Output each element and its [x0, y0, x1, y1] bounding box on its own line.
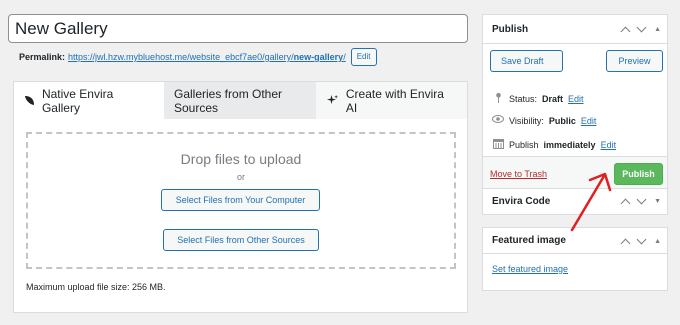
pin-icon: [492, 92, 504, 106]
max-upload-size-text: Maximum upload file size: 256 MB.: [26, 282, 166, 292]
permalink-edit-button[interactable]: Edit: [350, 48, 377, 66]
collapse-toggle-icon[interactable]: ▲: [654, 26, 661, 33]
status-row: Status: Draft Edit: [492, 92, 584, 106]
select-files-other-sources-button[interactable]: Select Files from Other Sources: [163, 229, 319, 251]
publish-box: Publish ▲ Save Draft Preview Status: Dra…: [482, 14, 668, 190]
publish-date-edit-link[interactable]: Edit: [601, 140, 617, 150]
eye-icon: [492, 115, 504, 126]
move-up-icon[interactable]: [620, 26, 631, 37]
move-down-icon[interactable]: [636, 22, 647, 33]
gallery-title-input[interactable]: New Gallery: [8, 14, 468, 43]
permalink-row: Permalink: https://jwl.hzw.mybluehost.me…: [19, 48, 377, 66]
set-featured-image-link[interactable]: Set featured image: [492, 264, 568, 274]
publish-box-header[interactable]: Publish ▲: [483, 15, 667, 44]
select-files-computer-button[interactable]: Select Files from Your Computer: [161, 189, 320, 211]
preview-button[interactable]: Preview: [606, 50, 663, 72]
source-tabs: Native Envira Gallery Galleries from Oth…: [14, 82, 467, 119]
move-down-icon[interactable]: [636, 234, 647, 244]
tab-galleries-other-sources[interactable]: Galleries from Other Sources: [164, 82, 316, 119]
envira-code-box-title: Envira Code: [492, 196, 551, 207]
drop-files-text: Drop files to upload: [180, 151, 302, 167]
annotation-arrow-icon: [570, 172, 612, 232]
drop-or-text: or: [236, 172, 245, 182]
move-down-icon[interactable]: [636, 194, 647, 205]
move-to-trash-link[interactable]: Move to Trash: [490, 169, 547, 179]
calendar-icon: [492, 138, 504, 152]
visibility-row: Visibility: Public Edit: [492, 115, 596, 126]
status-edit-link[interactable]: Edit: [568, 94, 584, 104]
publish-box-title: Publish: [492, 23, 529, 35]
collapse-toggle-icon[interactable]: ▲: [654, 238, 661, 245]
publish-button[interactable]: Publish: [614, 163, 663, 185]
permalink-link[interactable]: https://jwl.hzw.mybluehost.me/website_eb…: [68, 50, 346, 64]
envira-leaf-icon: [24, 95, 35, 106]
publish-date-row: Publish immediately Edit: [492, 138, 616, 152]
gallery-source-panel: Native Envira Gallery Galleries from Oth…: [13, 81, 468, 313]
sparkle-icon: [326, 94, 338, 105]
visibility-edit-link[interactable]: Edit: [581, 116, 597, 126]
move-up-icon[interactable]: [620, 238, 631, 248]
move-up-icon[interactable]: [620, 198, 631, 209]
save-draft-button[interactable]: Save Draft: [490, 50, 563, 72]
featured-image-box-title: Featured image: [492, 235, 566, 246]
tab-native-envira-gallery[interactable]: Native Envira Gallery: [14, 82, 164, 119]
permalink-label: Permalink:: [19, 52, 66, 62]
tab-create-with-envira-ai[interactable]: Create with Envira AI: [316, 82, 467, 119]
upload-drop-zone[interactable]: Drop files to upload or Select Files fro…: [26, 132, 456, 269]
expand-toggle-icon[interactable]: ▼: [654, 198, 661, 205]
